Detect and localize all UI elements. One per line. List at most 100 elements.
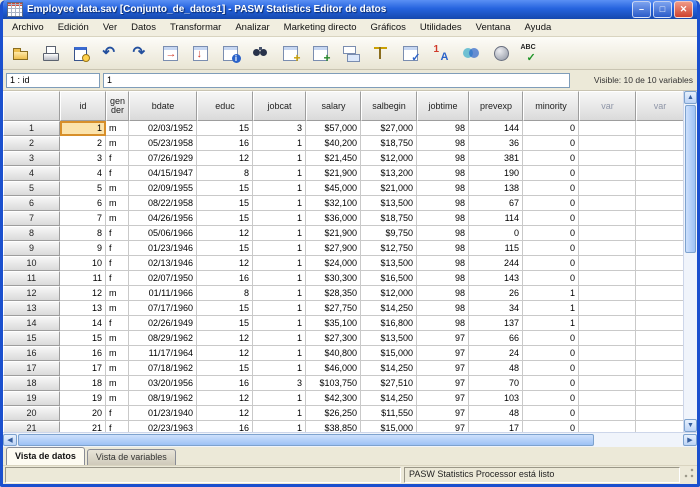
row-header-17[interactable]: 17 <box>3 361 60 376</box>
menu-edicion[interactable]: Edición <box>51 20 96 35</box>
grid-cell[interactable]: 98 <box>417 136 469 151</box>
grid-cell[interactable]: 1 <box>253 301 306 316</box>
grid-cell[interactable]: 34 <box>469 301 523 316</box>
grid-cell[interactable]: m <box>106 136 129 151</box>
grid-cell[interactable]: 04/15/1947 <box>129 166 197 181</box>
grid-cell[interactable] <box>579 166 636 181</box>
grid-cell[interactable]: 01/23/1940 <box>129 406 197 421</box>
grid-cell[interactable]: m <box>106 361 129 376</box>
grid-cell[interactable]: 0 <box>523 226 579 241</box>
grid-cell[interactable]: 05/06/1966 <box>129 226 197 241</box>
grid-cell[interactable]: m <box>106 301 129 316</box>
column-header-var[interactable]: var <box>579 91 636 121</box>
column-header-salary[interactable]: salary <box>306 91 361 121</box>
grid-cell[interactable]: $27,510 <box>361 376 417 391</box>
close-button[interactable]: ✕ <box>674 1 693 18</box>
split-file-button[interactable] <box>337 40 364 67</box>
grid-cell[interactable]: $15,000 <box>361 421 417 432</box>
grid-cell[interactable]: 21 <box>60 421 106 432</box>
grid-cell[interactable]: 12 <box>197 391 253 406</box>
grid-cell[interactable]: 0 <box>523 406 579 421</box>
grid-cell[interactable]: $21,000 <box>361 181 417 196</box>
grid-cell[interactable]: 08/22/1958 <box>129 196 197 211</box>
grid-cell[interactable]: $103,750 <box>306 376 361 391</box>
grid-cell[interactable]: 05/23/1958 <box>129 136 197 151</box>
grid-cell[interactable]: 02/09/1955 <box>129 181 197 196</box>
grid-cell[interactable]: 12 <box>197 406 253 421</box>
grid-cell[interactable] <box>636 121 684 136</box>
grid-cell[interactable]: 1 <box>523 286 579 301</box>
grid-cell[interactable]: 1 <box>253 271 306 286</box>
row-header-3[interactable]: 3 <box>3 151 60 166</box>
maximize-button[interactable]: □ <box>653 1 672 18</box>
horizontal-scrollbar[interactable]: ◀ ▶ <box>3 432 697 447</box>
column-header-bdate[interactable]: bdate <box>129 91 197 121</box>
grid-cell[interactable]: 07/26/1929 <box>129 151 197 166</box>
print-button[interactable] <box>37 40 64 67</box>
grid-cell[interactable]: 0 <box>523 421 579 432</box>
grid-cell[interactable] <box>636 211 684 226</box>
grid-cell[interactable]: f <box>106 406 129 421</box>
grid-cell[interactable]: 24 <box>469 346 523 361</box>
find-button[interactable] <box>247 40 274 67</box>
row-header-11[interactable]: 11 <box>3 271 60 286</box>
grid-cell[interactable] <box>579 121 636 136</box>
tab-variable-view[interactable]: Vista de variables <box>87 449 176 465</box>
grid-cell[interactable]: f <box>106 226 129 241</box>
grid-cell[interactable]: 98 <box>417 301 469 316</box>
grid-cell[interactable] <box>579 376 636 391</box>
row-header-10[interactable]: 10 <box>3 256 60 271</box>
grid-cell[interactable]: 143 <box>469 271 523 286</box>
grid-cell[interactable] <box>579 421 636 432</box>
grid-cell[interactable]: $28,350 <box>306 286 361 301</box>
grid-cell[interactable]: 97 <box>417 421 469 432</box>
row-header-8[interactable]: 8 <box>3 226 60 241</box>
grid-cell[interactable]: $15,000 <box>361 346 417 361</box>
grid-cell[interactable]: $40,200 <box>306 136 361 151</box>
grid-corner[interactable] <box>3 91 60 121</box>
grid-cell[interactable]: 0 <box>523 376 579 391</box>
row-header-7[interactable]: 7 <box>3 211 60 226</box>
grid-cell[interactable]: 70 <box>469 376 523 391</box>
grid-cell[interactable]: $21,900 <box>306 226 361 241</box>
grid-cell[interactable] <box>579 286 636 301</box>
grid-cell[interactable]: 1 <box>253 136 306 151</box>
grid-cell[interactable]: $46,000 <box>306 361 361 376</box>
grid-cell[interactable]: 0 <box>523 196 579 211</box>
grid-cell[interactable]: 19 <box>60 391 106 406</box>
grid-cell[interactable]: 103 <box>469 391 523 406</box>
grid-cell[interactable]: 48 <box>469 406 523 421</box>
grid-cell[interactable]: $45,000 <box>306 181 361 196</box>
grid-cell[interactable]: 26 <box>469 286 523 301</box>
grid-cell[interactable]: 97 <box>417 376 469 391</box>
row-header-1[interactable]: 1 <box>3 121 60 136</box>
minimize-button[interactable]: – <box>632 1 651 18</box>
grid-cell[interactable]: 02/23/1963 <box>129 421 197 432</box>
grid-cell[interactable]: 07/17/1960 <box>129 301 197 316</box>
grid-cell[interactable] <box>636 346 684 361</box>
grid-cell[interactable]: f <box>106 271 129 286</box>
grid-cell[interactable]: $12,750 <box>361 241 417 256</box>
grid-cell[interactable]: 8 <box>197 286 253 301</box>
recall-dialogs-button[interactable] <box>67 40 94 67</box>
grid-cell[interactable]: 5 <box>60 181 106 196</box>
grid-cell[interactable]: $14,250 <box>361 301 417 316</box>
grid-cell[interactable] <box>579 196 636 211</box>
row-header-15[interactable]: 15 <box>3 331 60 346</box>
grid-cell[interactable] <box>636 271 684 286</box>
grid-cell[interactable]: 97 <box>417 361 469 376</box>
grid-cell[interactable]: 97 <box>417 391 469 406</box>
grid-cell[interactable]: m <box>106 121 129 136</box>
grid-cell[interactable]: 1 <box>523 316 579 331</box>
grid-cell[interactable]: f <box>106 166 129 181</box>
grid-cell[interactable]: 9 <box>60 241 106 256</box>
grid-cell[interactable]: 1 <box>253 346 306 361</box>
grid-cell[interactable] <box>636 286 684 301</box>
grid-cell[interactable]: $13,500 <box>361 331 417 346</box>
row-header-6[interactable]: 6 <box>3 196 60 211</box>
grid-cell[interactable]: 15 <box>197 316 253 331</box>
grid-cell[interactable] <box>579 151 636 166</box>
grid-cell[interactable]: f <box>106 241 129 256</box>
grid-cell[interactable]: 02/13/1946 <box>129 256 197 271</box>
grid-cell[interactable]: $13,200 <box>361 166 417 181</box>
